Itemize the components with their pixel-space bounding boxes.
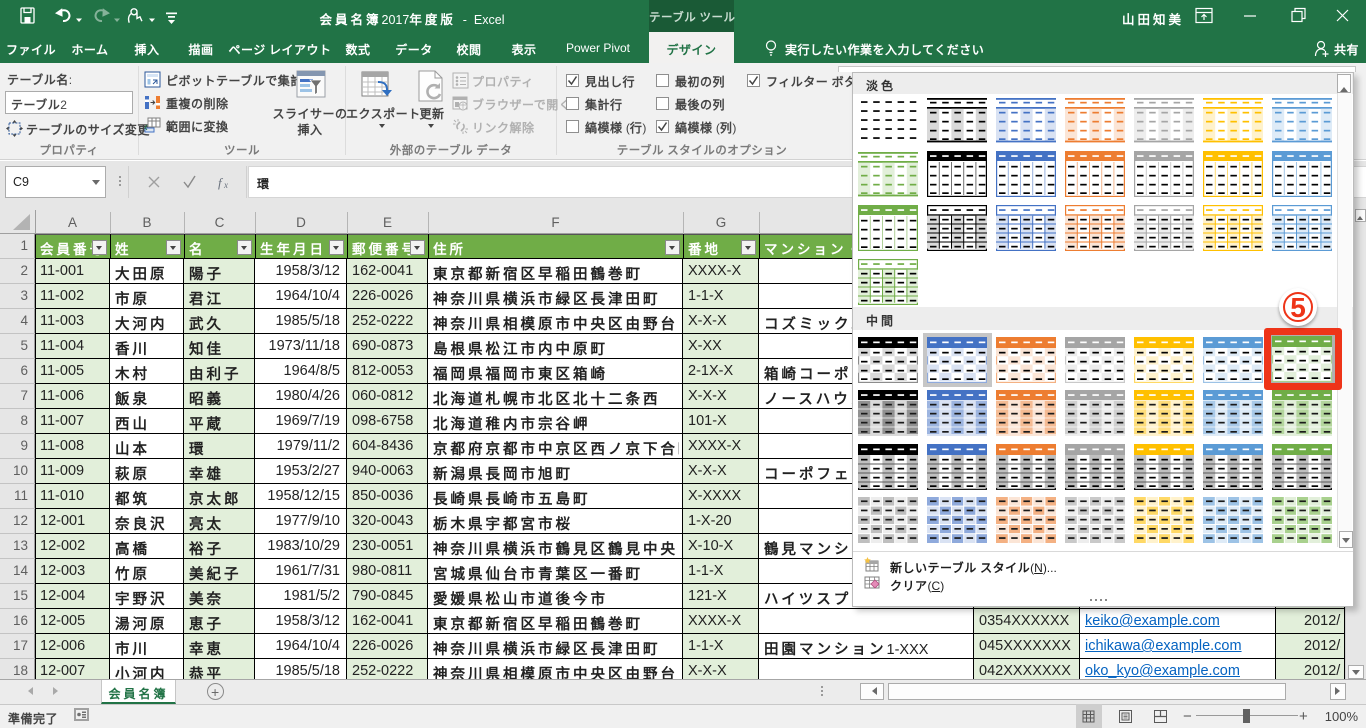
svg-text:x: x (223, 180, 228, 190)
